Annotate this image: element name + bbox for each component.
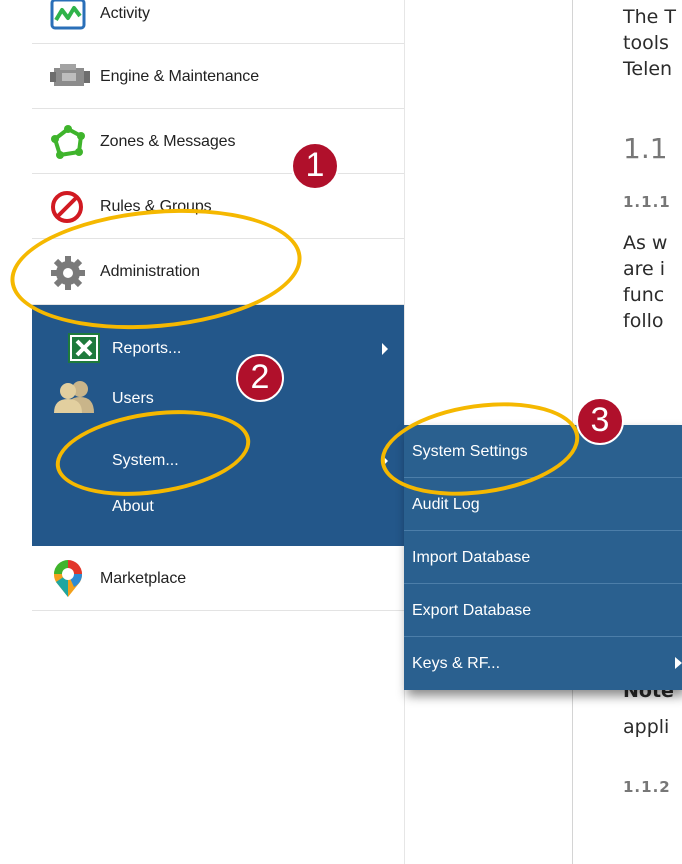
step-badge-2: 2: [236, 354, 284, 402]
flyout-item-keys-rf[interactable]: Keys & RF...: [404, 637, 682, 690]
step-badge-3: 3: [576, 397, 624, 445]
nav-item-activity[interactable]: Activity: [32, 0, 404, 44]
submenu-label: Reports...: [112, 340, 182, 357]
flyout-label: Import Database: [412, 549, 531, 566]
rules-prohibited-icon: [50, 190, 86, 223]
step-badge-1: 1: [291, 142, 339, 190]
doc-text-line: appli: [623, 716, 670, 738]
doc-text-line: tools: [623, 32, 669, 54]
nav-label: Zones & Messages: [100, 133, 236, 150]
nav-label: Marketplace: [100, 570, 187, 587]
marketplace-pin-icon: [50, 558, 86, 597]
users-icon: [54, 379, 98, 418]
doc-text-line: As w: [623, 232, 668, 254]
engine-icon: [50, 60, 90, 92]
doc-heading: 1.1: [623, 132, 668, 165]
flyout-item-export-database[interactable]: Export Database: [404, 584, 682, 637]
submenu-arrow-icon: [382, 343, 388, 355]
submenu-item-reports[interactable]: Reports...: [32, 325, 404, 373]
nav-label: Engine & Maintenance: [100, 68, 260, 85]
doc-text-line: func: [623, 284, 665, 306]
doc-text-line: follo: [623, 310, 664, 332]
submenu-arrow-icon: [675, 657, 682, 669]
flyout-label: Keys & RF...: [412, 655, 501, 672]
nav-item-zones-messages[interactable]: Zones & Messages: [32, 109, 404, 174]
activity-chart-icon: [50, 0, 86, 30]
flyout-label: Export Database: [412, 602, 532, 619]
doc-text-line: Telen: [623, 58, 673, 80]
zones-icon: [50, 125, 86, 159]
nav-item-engine-maintenance[interactable]: Engine & Maintenance: [32, 44, 404, 109]
nav-item-marketplace[interactable]: Marketplace: [32, 546, 404, 611]
doc-text-line: The T: [623, 6, 676, 28]
doc-subheading: 1.1.1: [623, 193, 671, 211]
doc-subheading: 1.1.2: [623, 778, 671, 796]
flyout-item-import-database[interactable]: Import Database: [404, 531, 682, 584]
excel-icon: [68, 333, 100, 368]
doc-text-line: are i: [623, 258, 666, 280]
nav-label: Activity: [100, 5, 150, 22]
